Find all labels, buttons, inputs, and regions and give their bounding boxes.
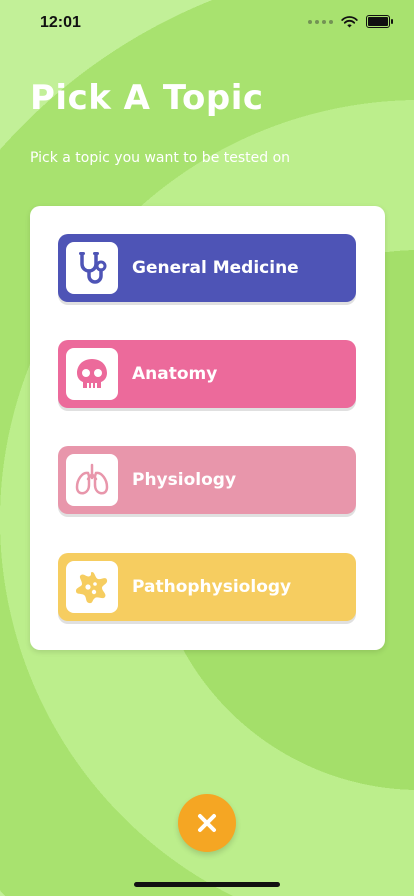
wifi-icon: [341, 15, 358, 27]
status-time: 12:01: [40, 14, 81, 31]
topic-list-card: General Medicine Anatomy Physiology Path…: [30, 206, 385, 650]
topic-button-pathophysiology[interactable]: Pathophysiology: [58, 553, 356, 621]
signal-dots-icon: [308, 19, 333, 24]
skull-icon: [66, 348, 118, 400]
page-subtitle: Pick a topic you want to be tested on: [30, 150, 291, 166]
topic-button-physiology[interactable]: Physiology: [58, 446, 356, 514]
topic-label-general-medicine: General Medicine: [132, 258, 299, 278]
page-title: Pick A Topic: [30, 78, 264, 118]
topic-button-general-medicine[interactable]: General Medicine: [58, 234, 356, 302]
topic-label-pathophysiology: Pathophysiology: [132, 577, 292, 597]
topic-label-anatomy: Anatomy: [132, 364, 218, 384]
virus-icon: [66, 561, 118, 613]
status-icons: [308, 15, 393, 28]
status-bar: 12:01: [0, 0, 414, 44]
battery-icon: [366, 15, 393, 28]
topic-button-anatomy[interactable]: Anatomy: [58, 340, 356, 408]
home-indicator: [134, 882, 280, 887]
lungs-icon: [66, 454, 118, 506]
close-button[interactable]: [178, 794, 236, 852]
stethoscope-icon: [66, 242, 118, 294]
close-icon: [198, 814, 216, 832]
topic-label-physiology: Physiology: [132, 470, 237, 490]
